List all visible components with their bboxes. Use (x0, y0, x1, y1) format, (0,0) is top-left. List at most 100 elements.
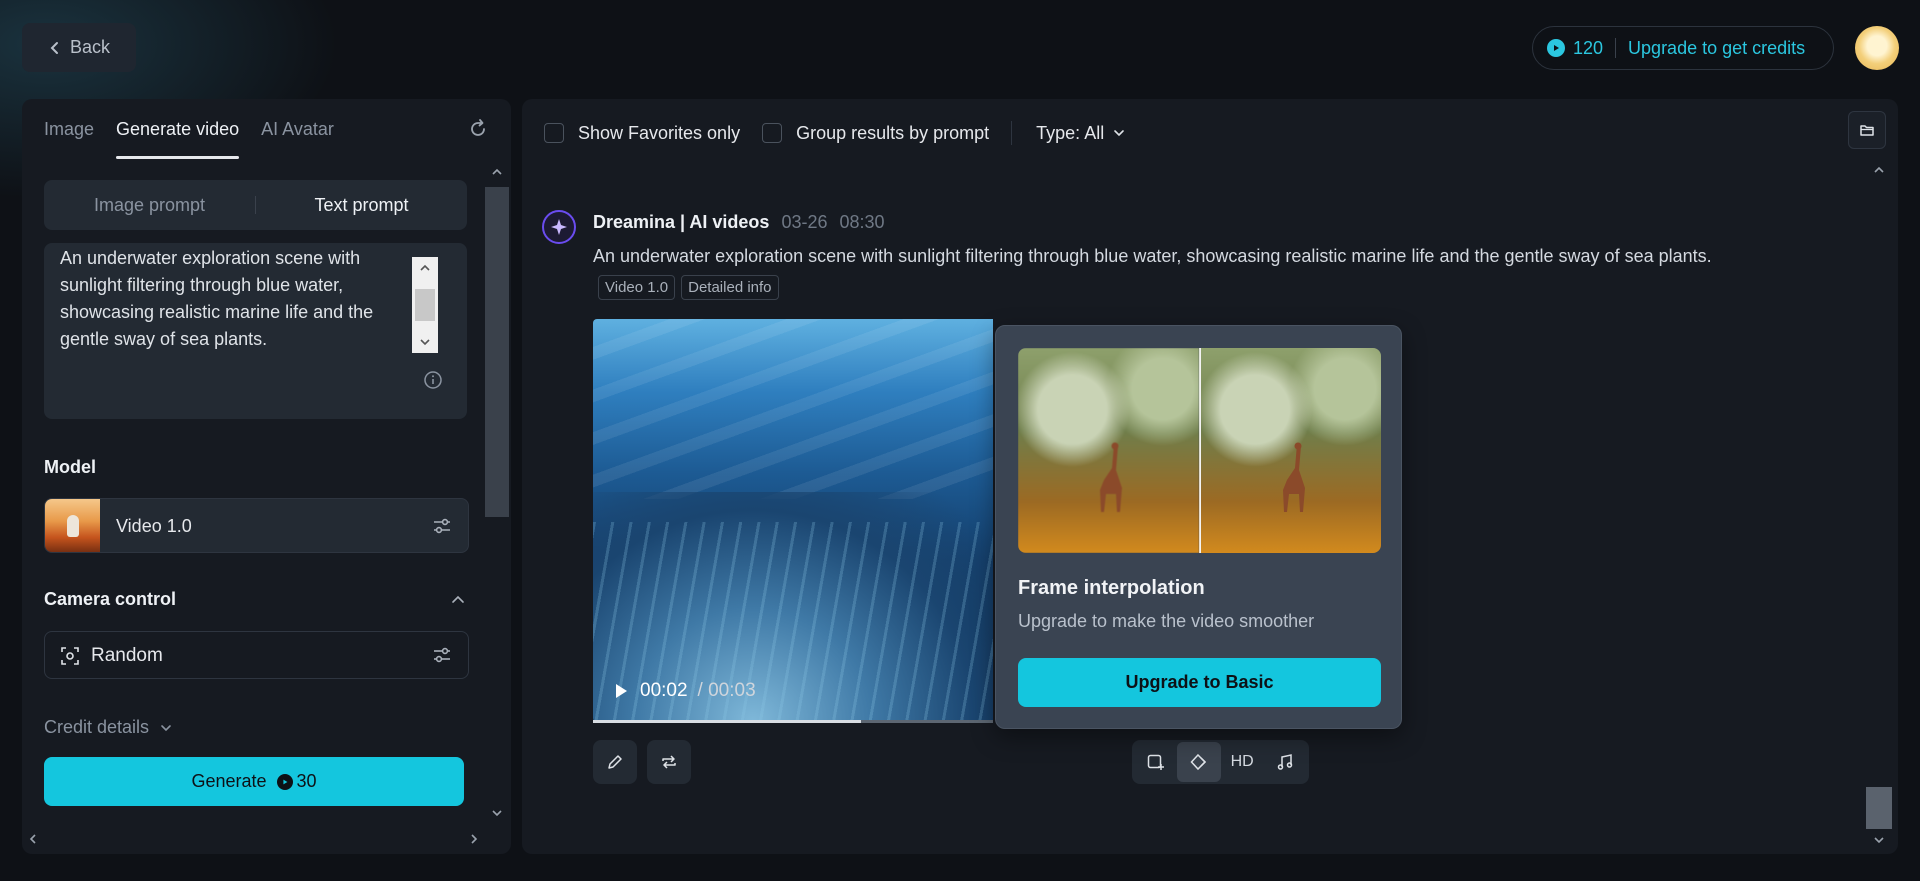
chevron-down-icon (161, 724, 171, 731)
scroll-up-icon[interactable] (490, 165, 504, 179)
favorites-filter[interactable]: Show Favorites only (544, 123, 740, 144)
prompt-scrollbar[interactable] (412, 257, 438, 353)
interpolation-preview-image (1018, 348, 1381, 553)
camera-control-label: Camera control (44, 589, 177, 609)
scroll-down-icon[interactable] (490, 806, 504, 820)
credit-details-toggle[interactable]: Credit details (44, 717, 173, 738)
tab-generate-video[interactable]: Generate video (116, 99, 240, 159)
current-time: 00:02 (640, 680, 688, 701)
model-select[interactable]: Video 1.0 (44, 498, 469, 553)
group-filter[interactable]: Group results by prompt (762, 123, 989, 144)
focus-icon (61, 647, 79, 665)
preview-before (1018, 348, 1199, 553)
filter-divider (1011, 121, 1013, 145)
video-frame-rays (593, 319, 993, 499)
type-filter-dropdown[interactable]: Type: All (1036, 123, 1126, 144)
hd-button[interactable]: HD (1221, 742, 1264, 782)
generate-cost: 30 (276, 771, 317, 792)
giraffe-figure (1100, 442, 1122, 512)
model-thumbnail (45, 499, 100, 552)
image-add-icon (1147, 754, 1164, 770)
post-author: Dreamina | AI videos (593, 212, 770, 232)
info-icon[interactable] (423, 370, 443, 390)
credits-count: 120 (1573, 37, 1604, 58)
scroll-up-icon[interactable] (1872, 163, 1886, 177)
scroll-left-icon[interactable] (26, 832, 40, 846)
chevron-down-icon (1114, 130, 1125, 137)
duration: 00:03 (708, 680, 756, 701)
add-sound-button[interactable] (1264, 742, 1307, 782)
model-label: Model (44, 457, 96, 477)
filter-bar: Show Favorites only Group results by pro… (544, 117, 1126, 149)
settings-sliders-icon[interactable] (432, 516, 452, 536)
video-progress-fill (593, 720, 861, 723)
chevron-up-icon[interactable] (450, 592, 466, 608)
scroll-down-icon[interactable] (1872, 833, 1886, 847)
repeat-icon (662, 755, 676, 769)
prompt-textarea[interactable]: An underwater exploration scene with sun… (44, 243, 467, 419)
dreamina-logo (542, 210, 576, 244)
popover-title: Frame interpolation (1018, 577, 1205, 599)
video-tools: HD (1132, 740, 1309, 784)
favorites-label: Show Favorites only (578, 122, 741, 143)
back-button[interactable]: Back (22, 23, 136, 72)
pencil-icon (608, 755, 622, 769)
music-note-icon (1278, 754, 1293, 770)
mode-tabs: Image Generate video AI Avatar (44, 99, 334, 159)
image-prompt-option[interactable]: Image prompt (44, 195, 255, 216)
back-label: Back (69, 37, 111, 57)
model-value: Video 1.0 (116, 516, 192, 536)
text-prompt-option[interactable]: Text prompt (256, 195, 467, 216)
favorites-checkbox[interactable] (544, 123, 564, 143)
preview-after (1200, 348, 1381, 553)
edit-button[interactable] (593, 740, 637, 784)
giraffe-figure (1282, 442, 1305, 512)
post-time: 08:30 (839, 212, 885, 232)
folder-icon (1860, 125, 1874, 136)
credit-icon (276, 773, 293, 790)
interpolation-icon (1190, 753, 1206, 771)
tab-image[interactable]: Image (44, 99, 94, 159)
results-scrollbar-thumb[interactable] (1866, 787, 1892, 829)
scroll-down-icon[interactable] (412, 331, 438, 353)
left-scrollbar-thumb[interactable] (485, 187, 509, 517)
extend-video-button[interactable] (1134, 742, 1177, 782)
folder-button[interactable] (1848, 111, 1886, 149)
credits-pill[interactable]: 120 Upgrade to get credits (1532, 26, 1834, 70)
playback-controls: 00:02 / 00:03 (612, 680, 756, 702)
upgrade-to-basic-button[interactable]: Upgrade to Basic (1018, 658, 1381, 707)
video-player[interactable] (593, 319, 993, 722)
detailed-info-tag[interactable]: Detailed info (681, 275, 779, 300)
prompt-scrollbar-thumb[interactable] (415, 289, 435, 321)
refresh-icon[interactable] (467, 118, 489, 140)
regenerate-button[interactable] (647, 740, 691, 784)
post-header: Dreamina | AI videos 03-26 08:30 (593, 212, 885, 233)
group-label: Group results by prompt (796, 122, 990, 143)
avatar[interactable] (1855, 26, 1899, 70)
prompt-mode-toggle: Image prompt Text prompt (44, 180, 467, 230)
generate-button[interactable]: Generate 30 (44, 757, 464, 806)
model-tag: Video 1.0 (598, 275, 676, 300)
prompt-text: An underwater exploration scene with sun… (60, 248, 374, 349)
post-prompt: An underwater exploration scene with sun… (593, 246, 1712, 266)
frame-interpolation-button[interactable] (1177, 742, 1221, 782)
settings-sliders-icon[interactable] (432, 645, 452, 665)
play-icon[interactable] (612, 682, 630, 700)
camera-value: Random (91, 645, 163, 666)
credit-icon (1547, 39, 1565, 57)
upgrade-credits-link[interactable]: Upgrade to get credits (1628, 38, 1805, 59)
frame-interpolation-popover: Frame interpolation Upgrade to make the … (995, 325, 1402, 729)
generate-label: Generate (191, 771, 267, 791)
video-progress-bar[interactable] (593, 720, 993, 723)
scroll-right-icon[interactable] (467, 832, 481, 846)
post-tags: Video 1.0 Detailed info (598, 275, 779, 300)
results-scrollbar[interactable] (1866, 161, 1892, 849)
scroll-up-icon[interactable] (412, 257, 438, 279)
camera-control-select[interactable]: Random (44, 631, 469, 679)
type-filter-label: Type: All (1036, 122, 1105, 143)
tab-ai-avatar[interactable]: AI Avatar (261, 99, 334, 159)
pill-divider (1615, 38, 1617, 58)
generate-cost-value: 30 (296, 771, 317, 791)
generation-panel: Image Generate video AI Avatar Image pro… (22, 99, 511, 854)
group-checkbox[interactable] (762, 123, 783, 143)
